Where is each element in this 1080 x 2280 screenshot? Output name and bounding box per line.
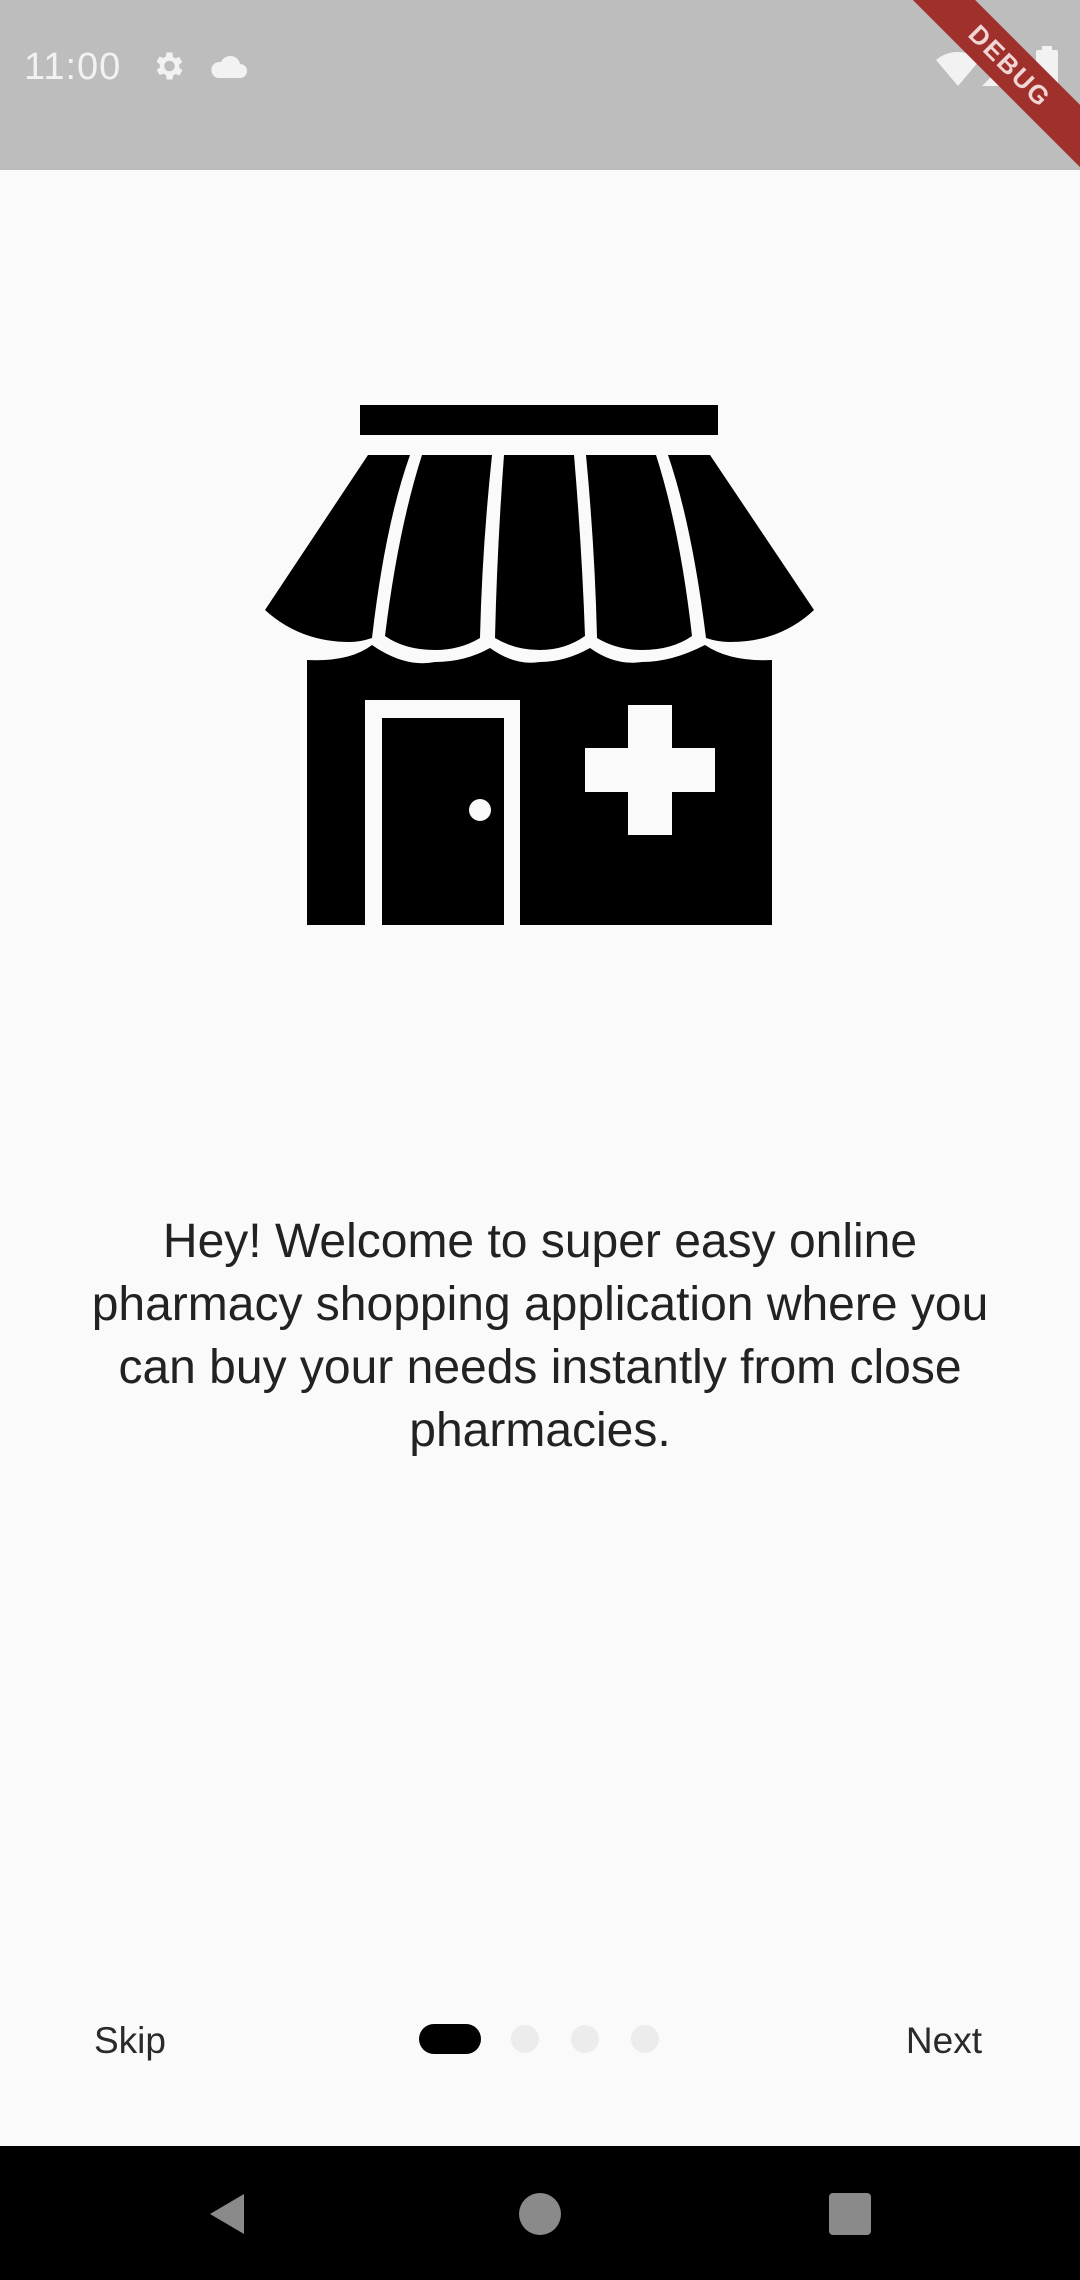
recents-icon[interactable] (822, 2186, 878, 2242)
page-dot[interactable] (511, 2025, 539, 2053)
page-dot-active[interactable] (419, 2024, 481, 2054)
welcome-message: Hey! Welcome to super easy online pharma… (91, 1215, 989, 1457)
page-dot[interactable] (571, 2025, 599, 2053)
skip-button[interactable]: Skip (88, 2010, 172, 2072)
debug-banner: DEBUG (888, 0, 1080, 188)
page-indicator (419, 2024, 659, 2054)
status-bar: 11:00 DEBUG (0, 0, 1080, 188)
settings-icon (156, 52, 183, 80)
pharmacy-store-icon (265, 405, 814, 930)
home-icon[interactable] (512, 2186, 568, 2242)
onboarding-screen: 11:00 DEBUG Hey! Welcome to super easy o… (0, 0, 1080, 2280)
cloud-icon (211, 55, 247, 78)
page-dot[interactable] (631, 2025, 659, 2053)
back-icon[interactable] (198, 2186, 254, 2242)
status-time: 11:00 (24, 46, 122, 88)
navigation-bar (0, 2146, 1080, 2280)
next-button[interactable]: Next (900, 2010, 988, 2072)
